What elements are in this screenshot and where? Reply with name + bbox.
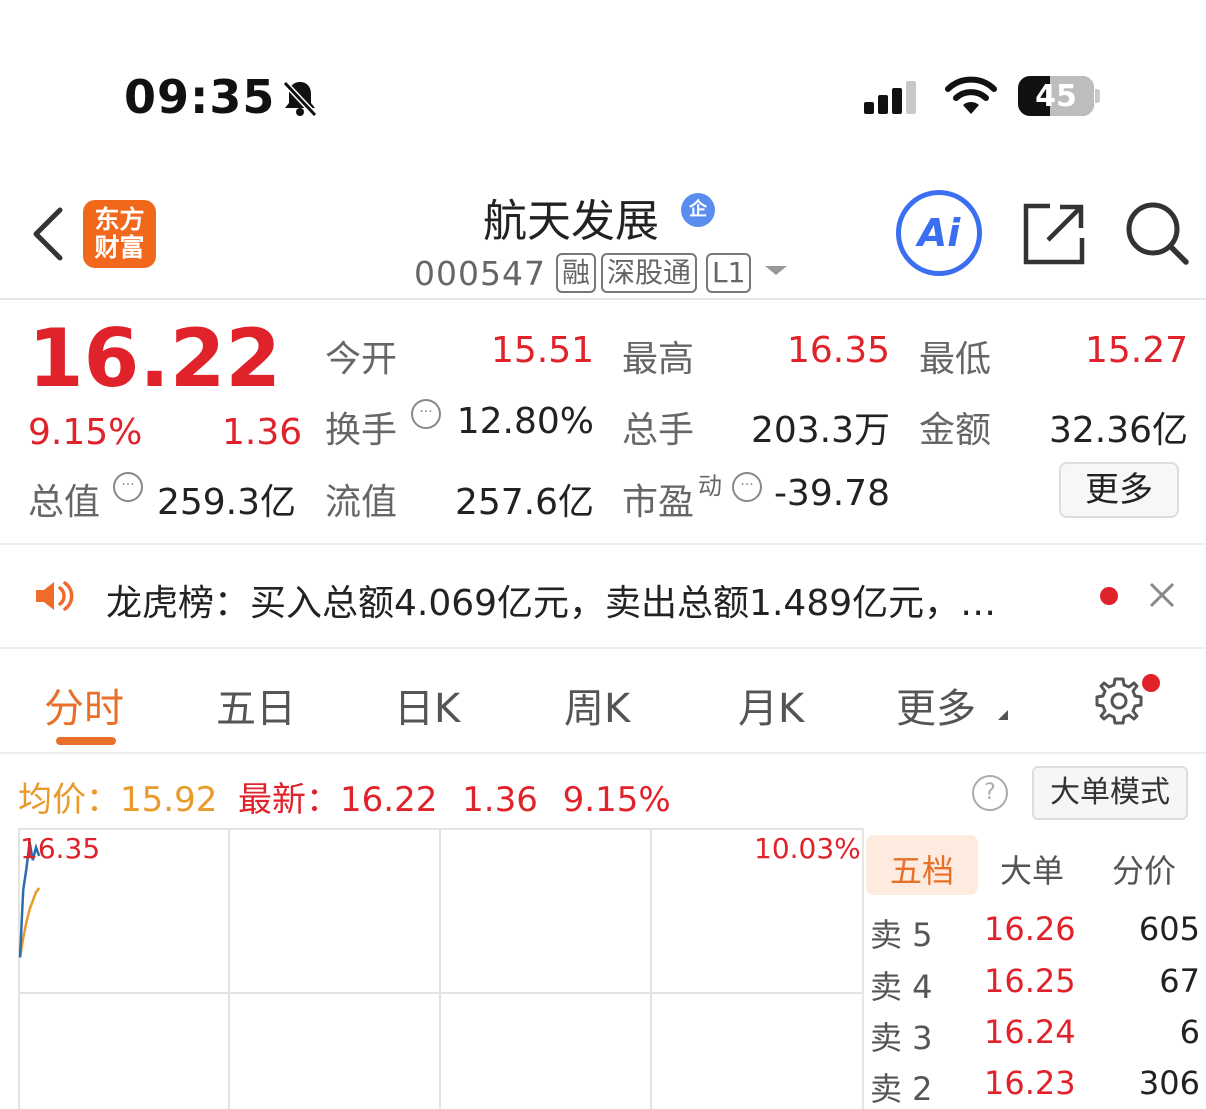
ask-volume: 605 <box>1138 910 1200 948</box>
volume-label: 总手 <box>622 410 695 451</box>
open-label: 今开 <box>325 339 398 380</box>
unread-dot <box>1100 587 1118 605</box>
cellular-signal-icon <box>864 80 924 120</box>
ask-price: 16.23 <box>984 1064 1076 1102</box>
float-label: 流值 <box>325 482 398 523</box>
status-time: 09:35 <box>124 70 276 124</box>
pe-info-icon[interactable]: ··· <box>732 472 762 502</box>
wifi-icon <box>944 76 998 120</box>
mktcap-info-icon[interactable]: ··· <box>113 472 143 502</box>
app-logo[interactable]: 东方 财富 <box>83 200 156 268</box>
stock-name: 航天发展 <box>483 196 659 247</box>
turnover-label: 换手 <box>325 410 398 451</box>
tag-level1: L1 <box>706 253 752 293</box>
battery-icon: 45 <box>1018 76 1094 116</box>
change-percent: 9.15% <box>28 412 143 453</box>
pe-label: 市盈 <box>622 482 695 523</box>
header-divider <box>0 298 1206 300</box>
section-divider <box>0 543 1206 545</box>
high-label: 最高 <box>622 339 695 380</box>
ask-level-label: 卖 5 <box>870 916 933 954</box>
ask-level-label: 卖 3 <box>870 1019 933 1057</box>
search-icon[interactable] <box>1124 200 1190 270</box>
ask-level-label: 卖 2 <box>870 1070 933 1108</box>
ask-volume: 67 <box>1159 962 1200 1000</box>
avg-price: 均价：15.92 <box>18 772 217 821</box>
low-value: 15.27 <box>1084 330 1188 371</box>
order-book-row: 卖 5 16.26 605 <box>870 910 1200 962</box>
logo-line-2: 财富 <box>94 233 145 262</box>
ask-price: 16.26 <box>984 910 1076 948</box>
section-divider-2 <box>0 647 1206 649</box>
tab-monthly-k[interactable]: 月K <box>738 676 804 734</box>
high-value: 16.35 <box>786 330 890 371</box>
tab-price-distribution[interactable]: 分价 <box>1112 846 1176 892</box>
latest-change: 1.36 <box>462 780 538 820</box>
chart-pct-label: 10.03% <box>754 832 861 865</box>
ask-volume: 6 <box>1179 1013 1200 1051</box>
gear-icon[interactable] <box>1094 676 1144 730</box>
mktcap-value: 259.3亿 <box>156 482 296 523</box>
battery-level: 45 <box>1035 79 1077 114</box>
current-price: 16.22 <box>28 312 282 405</box>
latest-label: 最新： <box>238 780 340 820</box>
speaker-icon <box>34 578 74 618</box>
enterprise-badge: 企 <box>681 193 715 227</box>
order-book-row: 卖 4 16.25 67 <box>870 962 1200 1014</box>
ai-button[interactable]: Ai <box>896 190 982 276</box>
tag-margin: 融 <box>556 253 597 293</box>
tab-intraday[interactable]: 分时 <box>44 676 124 734</box>
ask-price: 16.24 <box>984 1013 1076 1051</box>
order-book-divider <box>862 828 864 1109</box>
logo-line-1: 东方 <box>94 205 145 234</box>
chevron-down-icon[interactable] <box>765 266 787 275</box>
chart-high-label: 16.35 <box>20 832 101 865</box>
ask-price: 16.25 <box>984 962 1076 1000</box>
tab-five-levels[interactable]: 五档 <box>890 846 954 892</box>
more-tab-caret-icon <box>998 710 1008 720</box>
pe-superscript: 动 <box>698 472 722 500</box>
latest-price: 最新：16.22 1.36 9.15% <box>238 772 671 821</box>
back-button[interactable] <box>30 206 66 266</box>
ask-volume: 306 <box>1138 1064 1200 1102</box>
intraday-chart[interactable] <box>18 828 862 1109</box>
latest-value: 16.22 <box>340 780 438 820</box>
share-icon[interactable] <box>1022 202 1086 270</box>
mktcap-label: 总值 <box>28 482 101 523</box>
tab-weekly-k[interactable]: 周K <box>564 676 630 734</box>
turnover-info-icon[interactable]: ··· <box>411 399 441 429</box>
tab-big-orders[interactable]: 大单 <box>1000 846 1064 892</box>
order-book-row: 卖 2 16.23 306 <box>870 1064 1200 1109</box>
float-value: 257.6亿 <box>454 482 594 523</box>
avg-label: 均价： <box>18 780 120 820</box>
ask-level-label: 卖 4 <box>870 968 933 1006</box>
more-quote-button[interactable]: 更多 <box>1059 462 1179 518</box>
tab-more[interactable]: 更多 <box>896 676 976 734</box>
tag-shenzhen-connect: 深股通 <box>601 253 698 293</box>
amount-label: 金额 <box>919 410 992 451</box>
tabs-divider <box>0 752 1206 754</box>
settings-notification-dot <box>1142 674 1160 692</box>
big-order-mode-button[interactable]: 大单模式 <box>1032 766 1188 820</box>
tab-daily-k[interactable]: 日K <box>394 676 460 734</box>
battery-tip <box>1095 89 1100 103</box>
stock-code: 000547 <box>414 254 546 293</box>
pe-value: -39.78 <box>773 473 890 514</box>
turnover-value: 12.80% <box>456 401 594 442</box>
order-book-row: 卖 3 16.24 6 <box>870 1013 1200 1065</box>
low-label: 最低 <box>919 339 992 380</box>
tab-five-day[interactable]: 五日 <box>216 676 296 734</box>
volume-value: 203.3万 <box>750 410 890 451</box>
amount-value: 32.36亿 <box>1048 410 1188 451</box>
bell-muted-icon <box>280 78 320 122</box>
open-value: 15.51 <box>490 330 594 371</box>
active-tab-indicator <box>56 737 116 745</box>
help-icon[interactable]: ? <box>972 775 1008 811</box>
change-amount: 1.36 <box>222 412 303 453</box>
avg-value: 15.92 <box>120 780 218 820</box>
latest-pct: 9.15% <box>562 780 671 820</box>
close-icon[interactable] <box>1148 580 1176 614</box>
news-ticker-text[interactable]: 龙虎榜：买入总额4.069亿元，卖出总额1.489亿元，… <box>106 574 1066 626</box>
